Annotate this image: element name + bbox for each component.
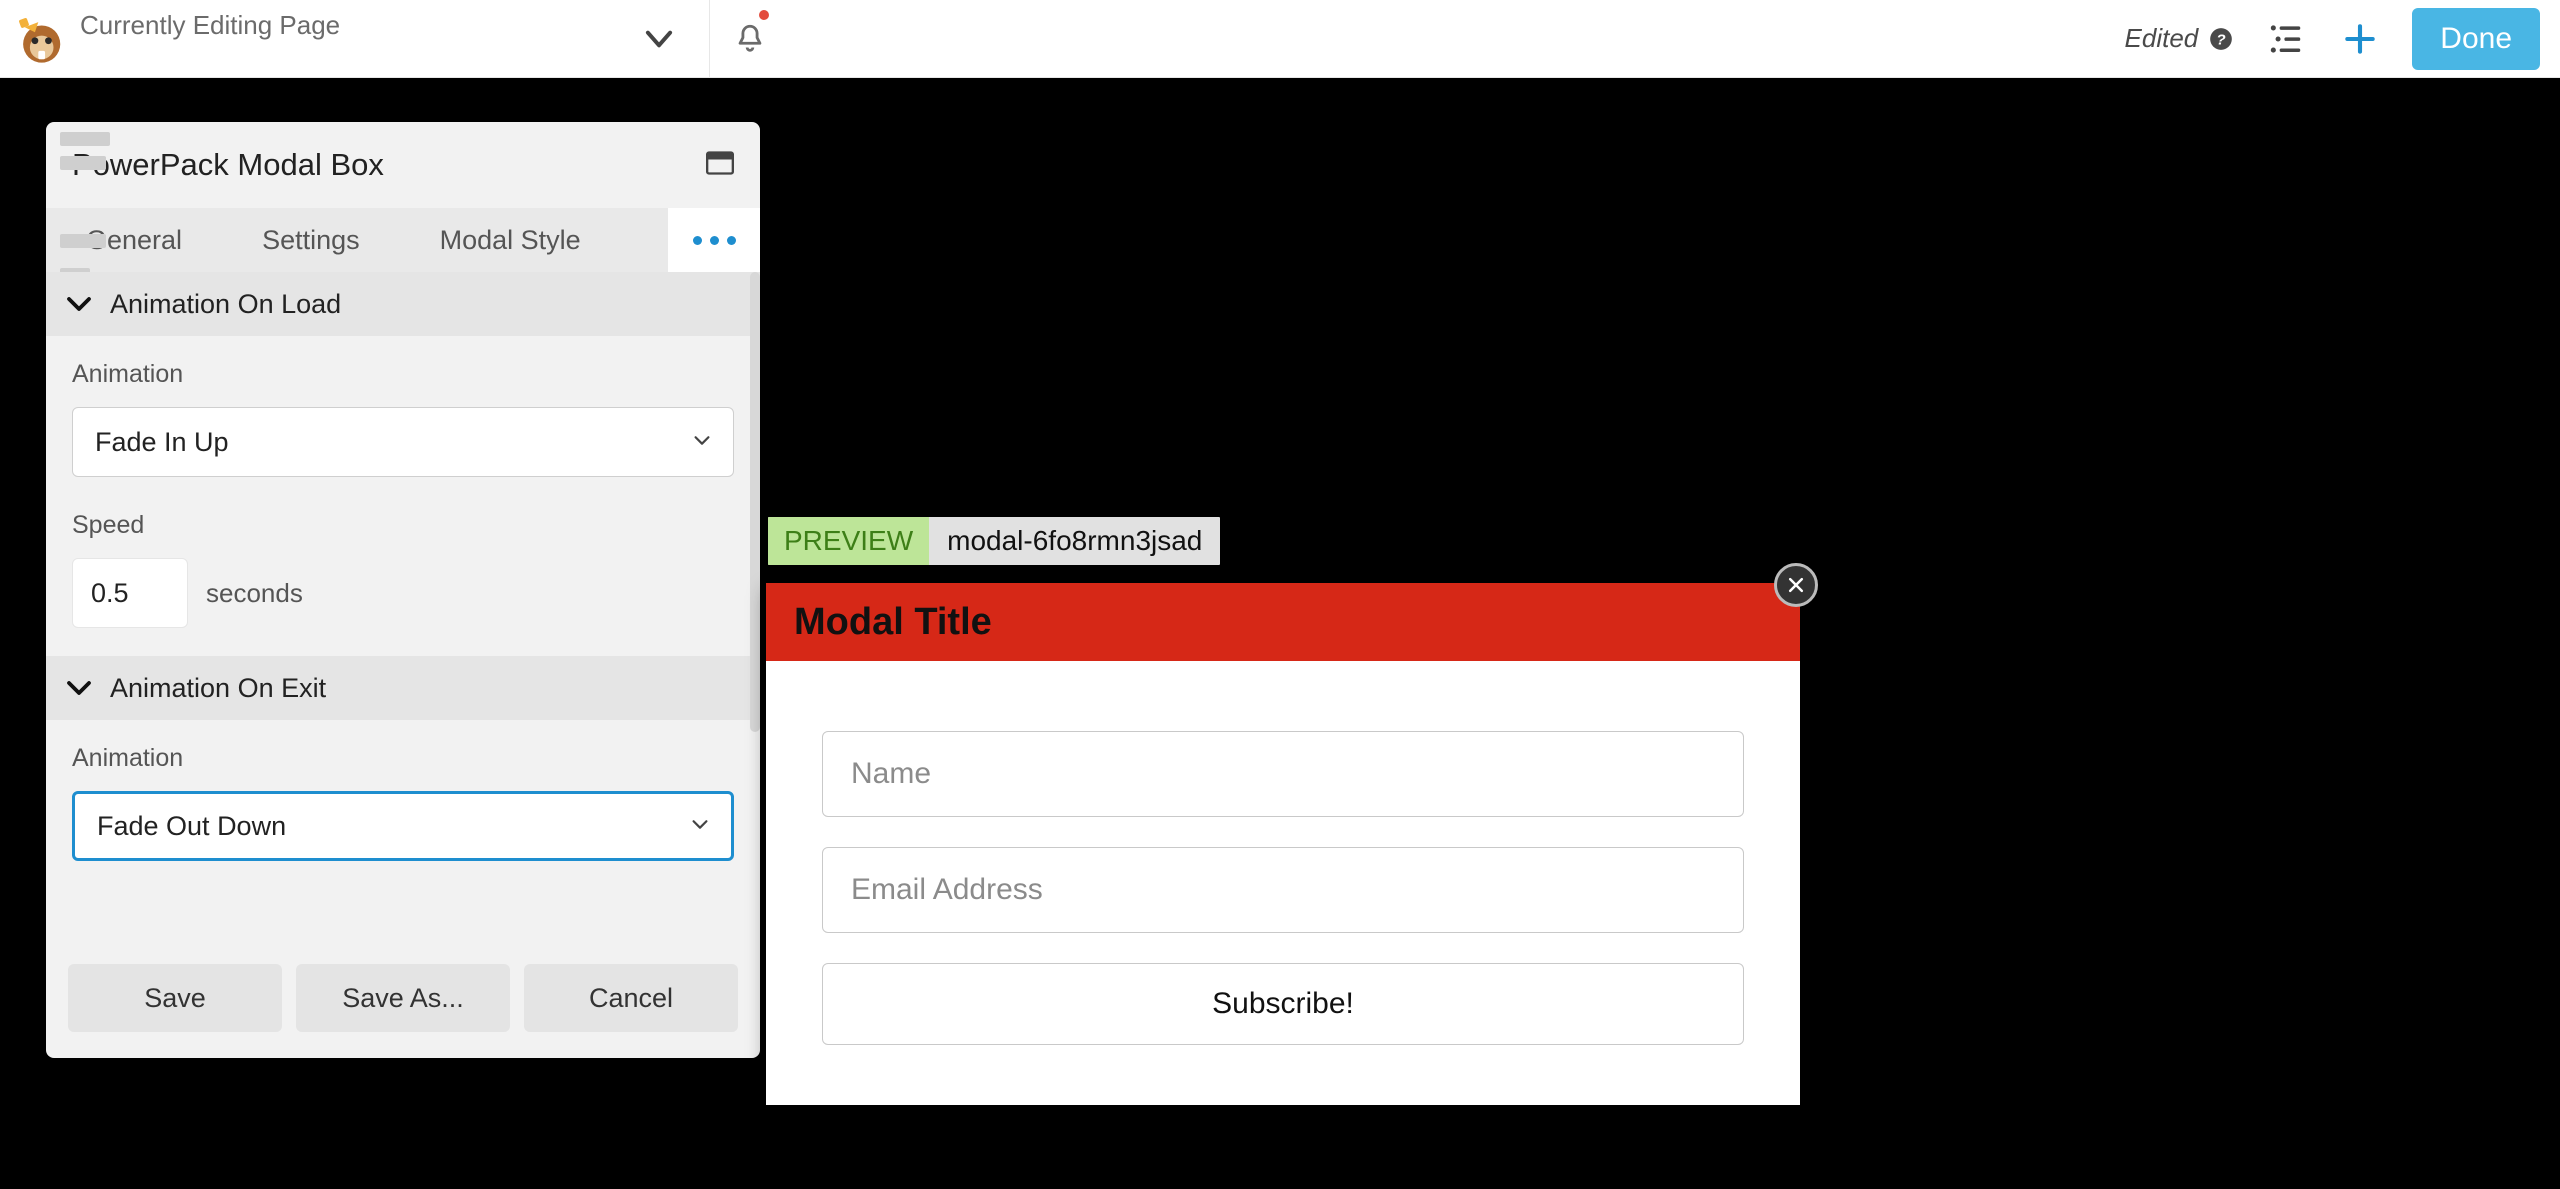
- page-title: Currently Editing Page: [80, 10, 340, 41]
- modal-header: Modal Title: [766, 583, 1800, 661]
- email-field[interactable]: [822, 847, 1744, 933]
- subscribe-button[interactable]: Subscribe!: [822, 963, 1744, 1045]
- tab-modal-style[interactable]: Modal Style: [400, 208, 621, 272]
- panel-tabs: General Settings Modal Style: [46, 208, 760, 272]
- tab-more[interactable]: [668, 208, 760, 272]
- edited-status[interactable]: Edited ?: [2125, 23, 2235, 54]
- speed-unit: seconds: [206, 578, 303, 609]
- section-load-content: Animation Fade In Up Speed 0.5 seconds: [46, 336, 760, 656]
- panel-expand-button[interactable]: [706, 151, 734, 180]
- animation-label: Animation: [72, 744, 734, 773]
- animation-load-select[interactable]: Fade In Up: [72, 407, 734, 477]
- outline-panel-button[interactable]: [2264, 17, 2308, 61]
- save-as-button[interactable]: Save As...: [296, 964, 510, 1032]
- scrollbar[interactable]: [750, 272, 760, 732]
- preview-tag: PREVIEW: [768, 517, 929, 565]
- toolbar-right: Edited ? Done: [2125, 0, 2560, 77]
- animation-exit-select[interactable]: Fade Out Down: [72, 791, 734, 861]
- panel-header[interactable]: PowerPack Modal Box: [46, 122, 760, 208]
- panel-title: PowerPack Modal Box: [72, 147, 384, 183]
- section-animation-on-load[interactable]: Animation On Load: [46, 272, 760, 336]
- toolbar-left: Currently Editing Page: [0, 0, 710, 77]
- section-title: Animation On Exit: [110, 673, 326, 704]
- preview-module-id: modal-6fo8rmn3jsad: [929, 525, 1220, 557]
- help-icon: ?: [2208, 26, 2234, 52]
- section-title: Animation On Load: [110, 289, 341, 320]
- preview-badge[interactable]: PREVIEW modal-6fo8rmn3jsad: [768, 517, 1220, 565]
- speed-row: 0.5 seconds: [72, 558, 734, 628]
- panel-footer: Save Save As... Cancel: [46, 944, 760, 1058]
- beaver-logo[interactable]: [10, 9, 70, 69]
- save-button[interactable]: Save: [68, 964, 282, 1032]
- plus-icon: [2341, 20, 2379, 58]
- speed-value: 0.5: [91, 578, 129, 609]
- chevron-down-icon: [64, 673, 94, 703]
- editor-toolbar: Currently Editing Page Edited ? Done: [0, 0, 2560, 78]
- animation-label: Animation: [72, 360, 734, 389]
- notification-dot-icon: [759, 10, 769, 20]
- notifications-button[interactable]: [710, 0, 790, 77]
- cancel-button[interactable]: Cancel: [524, 964, 738, 1032]
- select-value: Fade In Up: [95, 427, 229, 458]
- bell-icon: [733, 22, 767, 56]
- section-exit-content: Animation Fade Out Down: [46, 720, 760, 889]
- tab-settings[interactable]: Settings: [222, 208, 400, 272]
- modal-body: Subscribe!: [766, 661, 1800, 1105]
- select-value: Fade Out Down: [97, 811, 286, 842]
- close-icon: [1786, 575, 1806, 595]
- chevron-down-icon: [640, 20, 678, 58]
- panel-accent-lines: [60, 132, 110, 282]
- beaver-logo-icon: [13, 12, 67, 66]
- panel-body: Animation On Load Animation Fade In Up S…: [46, 272, 760, 944]
- chevron-down-icon: [64, 289, 94, 319]
- window-icon: [706, 151, 734, 175]
- more-dots-icon: [693, 236, 736, 245]
- speed-label: Speed: [72, 511, 734, 540]
- module-settings-panel: PowerPack Modal Box General Settings Mod…: [46, 122, 760, 1058]
- done-button[interactable]: Done: [2412, 8, 2540, 70]
- chevron-down-icon: [689, 811, 711, 842]
- outline-icon: [2267, 20, 2305, 58]
- modal-preview: Modal Title Subscribe!: [766, 583, 1800, 1105]
- speed-input[interactable]: 0.5: [72, 558, 188, 628]
- page-dropdown-toggle[interactable]: [637, 17, 681, 61]
- edited-label: Edited: [2125, 23, 2199, 54]
- chevron-down-icon: [691, 427, 713, 458]
- add-content-button[interactable]: [2338, 17, 2382, 61]
- modal-title: Modal Title: [794, 601, 992, 644]
- modal-close-button[interactable]: [1774, 563, 1818, 607]
- name-field[interactable]: [822, 731, 1744, 817]
- svg-text:?: ?: [2217, 31, 2226, 48]
- section-animation-on-exit[interactable]: Animation On Exit: [46, 656, 760, 720]
